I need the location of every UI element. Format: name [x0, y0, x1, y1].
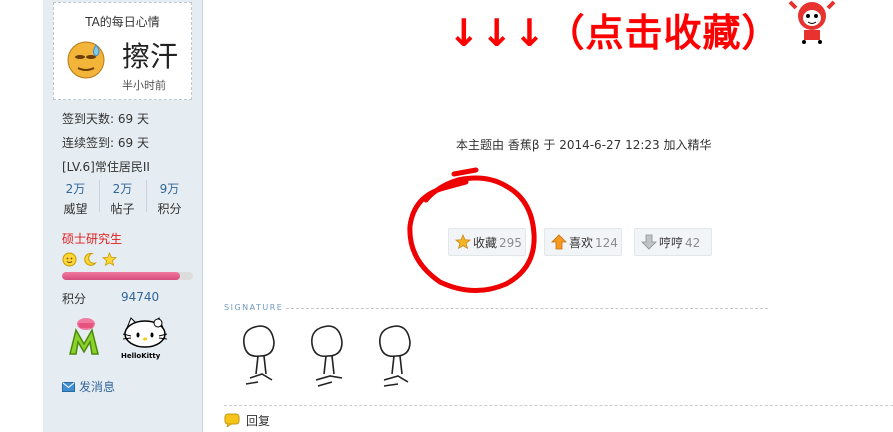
dislike-count: 42 [685, 236, 701, 250]
like-label: 喜欢 [569, 236, 594, 250]
meta-date: 2014-6-27 12:23 [559, 138, 660, 152]
stat-value: 2万 [65, 182, 86, 196]
like-count: 124 [595, 236, 618, 250]
user-stats: 2万 威望 2万 帖子 9万 积分 [53, 176, 192, 216]
level-progress-bar [62, 272, 193, 280]
stat-points[interactable]: 9万 积分 [147, 176, 192, 216]
meta-prefix: 本主题由 [456, 138, 505, 152]
points-label: 积分 [62, 292, 87, 306]
send-message-label: 发消息 [79, 380, 116, 394]
sweat-face-icon [67, 41, 105, 79]
star-icon [454, 232, 472, 250]
left-margin [0, 0, 43, 432]
points-value: 94740 [121, 290, 160, 304]
dislike-label: 哼哼 [659, 236, 684, 250]
stat-label: 帖子 [110, 202, 135, 216]
stat-value: 9万 [159, 182, 180, 196]
favorite-count: 295 [499, 236, 522, 250]
stat-value: 2万 [112, 182, 133, 196]
signature-divider [286, 308, 768, 309]
meta-mid: 于 [543, 138, 556, 152]
thread-meta: 本主题由 香蕉β 于 2014-6-27 12:23 加入精华 [456, 136, 712, 153]
arrow-down-icon [641, 232, 657, 250]
svg-text:HelloKitty: HelloKitty [121, 352, 161, 360]
rank-badges [62, 251, 118, 268]
mood-text: 擦汗 [122, 40, 179, 73]
stat-label: 积分 [157, 202, 182, 216]
mood-title: TA的每日心情 [85, 15, 160, 29]
mood-time: 半小时前 [122, 79, 166, 92]
consecutive-signin: 连续签到: 69 天 [62, 136, 149, 150]
hello-kitty-medal-icon[interactable]: HelloKitty [119, 314, 173, 362]
stat-posts[interactable]: 2万 帖子 [100, 176, 145, 216]
signin-days: 签到天数: 69 天 [62, 112, 149, 126]
meta-suffix: 加入精华 [663, 138, 712, 152]
moon-icon [82, 252, 97, 267]
daily-mood-card: TA的每日心情 擦汗 半小时前 [53, 2, 192, 100]
signature-label: SIGNATURE [224, 303, 284, 312]
star-icon [101, 251, 117, 267]
user-level: [LV.6]常住居民II [62, 160, 150, 174]
send-message-link[interactable]: 发消息 [62, 378, 115, 395]
m-medal-icon[interactable] [62, 314, 112, 362]
reply-divider [224, 405, 893, 406]
like-button[interactable]: 喜欢 124 [544, 228, 622, 256]
envelope-icon [62, 381, 75, 395]
sun-icon [62, 252, 77, 267]
favorite-button[interactable]: 收藏 295 [448, 228, 526, 256]
post-content: ↓↓↓（点击收藏） 本主题由 香蕉β 于 2014-6-27 12:23 加入精… [204, 0, 893, 432]
favorite-label: 收藏 [473, 236, 498, 250]
reply-bubble-icon [224, 413, 240, 429]
favorite-hint-banner: ↓↓↓（点击收藏） [448, 11, 781, 55]
stat-label: 威望 [63, 202, 88, 216]
reply-label: 回复 [246, 414, 271, 428]
signature-image [243, 325, 411, 387]
meta-user-link[interactable]: 香蕉β [508, 138, 540, 152]
user-sidebar: TA的每日心情 擦汗 半小时前 签到天数: 69 天 连续签到: 69 天 [L… [43, 0, 203, 432]
mascot-icon [788, 0, 836, 44]
dislike-button[interactable]: 哼哼 42 [634, 228, 712, 256]
rank-title[interactable]: 硕士研究生 [62, 230, 122, 247]
stat-prestige[interactable]: 2万 威望 [53, 176, 98, 216]
reply-button[interactable]: 回复 [224, 412, 270, 429]
level-progress-fill [62, 272, 180, 280]
arrow-up-icon [551, 232, 567, 250]
